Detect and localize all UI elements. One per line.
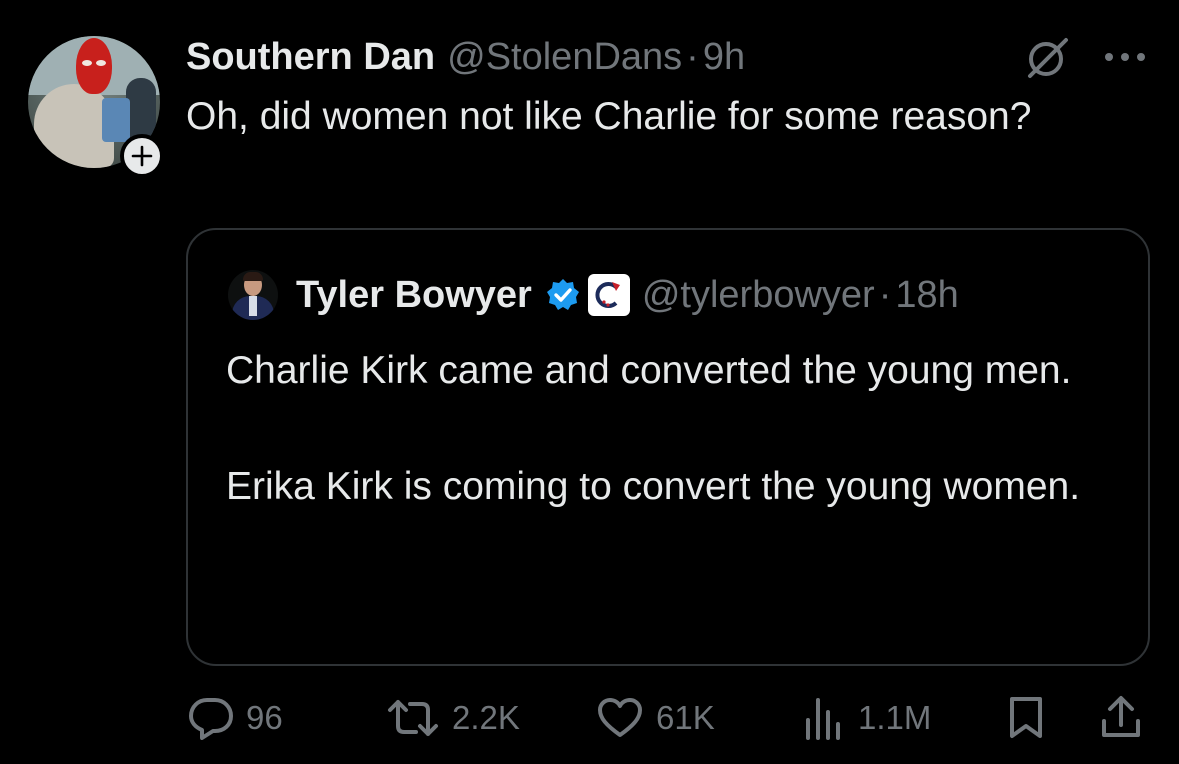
avatar-shirt xyxy=(249,296,257,316)
verified-badge-icon[interactable] xyxy=(546,278,580,312)
avatar-mask-eye xyxy=(82,60,92,66)
reply-icon xyxy=(189,698,233,740)
heart-icon xyxy=(598,698,642,737)
bookmark-icon xyxy=(1010,697,1042,738)
avatar-shirt-print xyxy=(102,98,130,142)
tweet-timestamp[interactable]: 9h xyxy=(703,36,745,79)
bookmark-button[interactable] xyxy=(1008,690,1044,746)
like-button[interactable]: 61K xyxy=(596,690,715,746)
quoted-author-avatar[interactable] xyxy=(228,270,278,320)
grok-icon[interactable] xyxy=(1022,36,1072,80)
author-name[interactable]: Southern Dan xyxy=(186,36,435,79)
tweet-text: Oh, did women not like Charlie for some … xyxy=(186,95,1032,138)
repost-button[interactable]: 2.2K xyxy=(386,690,520,746)
view-count: 1.1M xyxy=(858,699,932,736)
share-button[interactable] xyxy=(1100,690,1142,746)
quoted-tweet-text: Charlie Kirk came and converted the youn… xyxy=(226,342,1126,516)
separator-dot: · xyxy=(878,273,892,316)
avatar-mask-eye xyxy=(96,60,106,66)
quoted-author-handle[interactable]: @tylerbowyer xyxy=(642,274,875,317)
reply-button[interactable]: 96 xyxy=(188,690,283,746)
views-icon xyxy=(806,698,840,740)
author-handle[interactable]: @StolenDans xyxy=(447,36,682,79)
plus-icon xyxy=(131,145,153,167)
like-count: 61K xyxy=(656,699,715,736)
quoted-tweet-paragraph: Charlie Kirk came and converted the youn… xyxy=(226,349,1072,392)
views-button[interactable]: 1.1M xyxy=(802,690,931,746)
reply-count: 96 xyxy=(246,699,283,736)
avatar-mask xyxy=(76,38,112,94)
follow-button[interactable] xyxy=(120,134,164,178)
affiliation-badge[interactable] xyxy=(587,274,630,316)
quoted-author-name[interactable]: Tyler Bowyer xyxy=(296,274,532,317)
affiliation-logo-icon xyxy=(595,282,620,308)
quoted-tweet-header: Tyler Bowyer @tylerbowyer · 18h xyxy=(296,270,959,320)
tweet-header: Southern Dan @StolenDans · 9h xyxy=(186,32,745,82)
quoted-tweet-timestamp[interactable]: 18h xyxy=(895,274,958,317)
separator-dot: · xyxy=(686,35,699,78)
repost-icon xyxy=(388,700,438,736)
avatar-hair xyxy=(243,272,263,281)
quoted-tweet-paragraph: Erika Kirk is coming to convert the youn… xyxy=(226,465,1081,508)
more-icon[interactable] xyxy=(1102,50,1148,64)
tweet-action-bar: 96 2.2K 61K 1.1M xyxy=(186,690,1146,746)
quoted-tweet-card[interactable]: Tyler Bowyer @tylerbowyer · 18h Charlie … xyxy=(186,228,1150,666)
share-icon xyxy=(1102,696,1140,737)
repost-count: 2.2K xyxy=(452,699,520,736)
